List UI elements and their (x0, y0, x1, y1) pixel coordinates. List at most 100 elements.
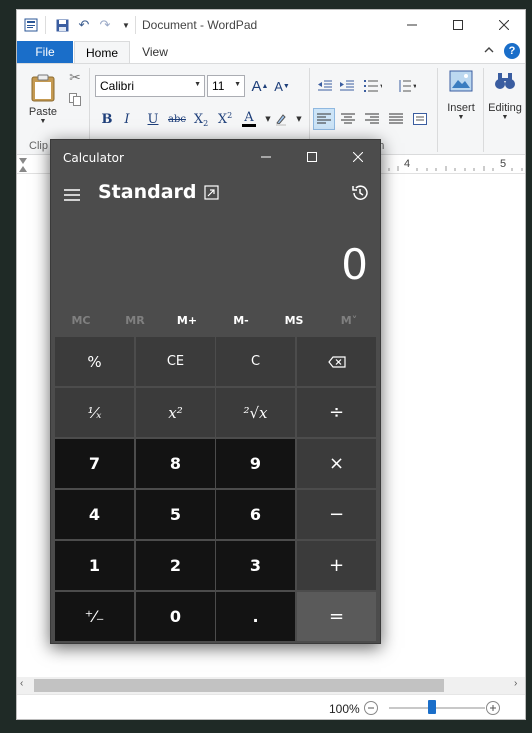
memory-recall-button[interactable]: MR (110, 314, 160, 332)
align-right-icon[interactable] (361, 108, 383, 130)
align-center-icon[interactable] (337, 108, 359, 130)
customize-quickaccess-icon[interactable]: ▼ (118, 17, 134, 33)
add-button[interactable]: + (297, 541, 376, 590)
ribbon-tabs: File Home View ? (17, 41, 525, 64)
insert-dropdown-icon: ▼ (457, 114, 465, 121)
zoom-level: 100% (329, 702, 360, 716)
digit-8-button[interactable]: 8 (136, 439, 215, 488)
strikethrough-icon[interactable]: abc (167, 108, 187, 130)
svg-text:▼: ▼ (379, 84, 382, 90)
paragraph-dialog-icon[interactable] (409, 108, 431, 130)
backspace-button[interactable] (297, 337, 376, 386)
undo-icon[interactable]: ↶ (76, 17, 92, 33)
insert-button[interactable]: Insert ▼ (441, 70, 481, 144)
paste-label: Paste (28, 105, 58, 118)
calculator-title: Calculator (63, 151, 124, 165)
memory-list-button[interactable]: M˅ (324, 314, 374, 332)
increase-indent-icon[interactable] (337, 76, 357, 96)
backspace-icon (327, 355, 346, 368)
shrink-font-icon[interactable]: A ▼ (272, 76, 292, 96)
negate-button[interactable]: ⁺⁄₋ (55, 592, 134, 641)
clear-entry-button[interactable]: CE (136, 337, 215, 386)
bullets-icon[interactable]: ▼ (359, 76, 387, 96)
calculator-window: Calculator Standard 0 MC MR M+ M- MS M˅ … (50, 139, 381, 644)
editing-dropdown-icon: ▼ (501, 114, 509, 121)
font-size-select[interactable]: 11 ▼ (207, 75, 245, 97)
percent-button[interactable]: % (55, 337, 134, 386)
ruler-mark-4: 4 (404, 158, 411, 170)
digit-9-button[interactable]: 9 (216, 439, 295, 488)
save-icon[interactable] (54, 17, 70, 33)
font-family-select[interactable]: Calibri ▼ (95, 75, 205, 97)
font-size-value: 11 (212, 79, 225, 93)
align-left-icon[interactable] (313, 108, 335, 130)
close-button[interactable] (481, 10, 525, 40)
calculator-mode-title: Standard (98, 181, 197, 203)
cut-icon[interactable]: ✂ (66, 68, 84, 86)
zoom-out-icon[interactable] (363, 700, 379, 716)
bold-icon[interactable]: B (97, 108, 117, 130)
calc-maximize-button[interactable] (289, 140, 335, 173)
tab-file[interactable]: File (17, 41, 73, 63)
scrollbar-thumb[interactable] (34, 679, 444, 692)
zoom-slider-thumb[interactable] (428, 700, 436, 714)
chevron-down-icon: ▼ (234, 81, 241, 88)
digit-1-button[interactable]: 1 (55, 541, 134, 590)
scroll-right-icon[interactable]: › (514, 678, 517, 689)
superscript-icon[interactable]: X2 (215, 108, 235, 130)
scroll-left-icon[interactable]: ‹ (20, 678, 23, 689)
subtract-button[interactable]: − (297, 490, 376, 539)
zoom-in-icon[interactable] (485, 700, 501, 716)
memory-subtract-button[interactable]: M- (216, 314, 266, 332)
digit-5-button[interactable]: 5 (136, 490, 215, 539)
editing-button[interactable]: Editing ▼ (485, 70, 525, 144)
underline-icon[interactable]: U (143, 108, 163, 130)
line-spacing-icon[interactable]: ▼ (393, 76, 421, 96)
digit-3-button[interactable]: 3 (216, 541, 295, 590)
multiply-button[interactable]: × (297, 439, 376, 488)
horizontal-scrollbar[interactable]: ‹ › (17, 677, 525, 694)
italic-icon[interactable]: I (117, 108, 137, 130)
highlight-dropdown-icon[interactable]: ▼ (289, 108, 309, 130)
keep-on-top-icon[interactable] (203, 184, 221, 202)
paste-button[interactable]: Paste ▼ (25, 68, 61, 130)
digit-7-button[interactable]: 7 (55, 439, 134, 488)
zoom-slider-track[interactable] (389, 707, 485, 709)
group-divider (483, 68, 484, 152)
square-root-button[interactable]: ²√x (216, 388, 295, 437)
memory-store-button[interactable]: MS (269, 314, 319, 332)
divide-button[interactable]: ÷ (297, 388, 376, 437)
help-icon[interactable]: ? (504, 43, 520, 59)
maximize-button[interactable] (435, 10, 481, 40)
memory-clear-button[interactable]: MC (56, 314, 106, 332)
equals-button[interactable]: = (297, 592, 376, 641)
decimal-button[interactable]: . (216, 592, 295, 641)
copy-icon[interactable] (66, 90, 84, 108)
grow-font-icon[interactable]: A ▲ (250, 76, 270, 96)
digit-0-button[interactable]: 0 (136, 592, 215, 641)
subscript-icon[interactable]: X2 (191, 108, 211, 130)
history-icon[interactable] (349, 182, 371, 204)
square-button[interactable]: x² (136, 388, 215, 437)
digit-4-button[interactable]: 4 (55, 490, 134, 539)
font-color-icon[interactable]: A (239, 108, 259, 130)
font-family-value: Calibri (100, 79, 135, 93)
minimize-button[interactable] (389, 10, 435, 40)
calc-close-button[interactable] (335, 140, 381, 173)
tab-view[interactable]: View (135, 41, 175, 63)
group-divider (437, 68, 438, 152)
chevron-down-icon: ▼ (194, 81, 201, 88)
digit-6-button[interactable]: 6 (216, 490, 295, 539)
clear-button[interactable]: C (216, 337, 295, 386)
reciprocal-button[interactable]: ¹⁄ₓ (55, 388, 134, 437)
justify-icon[interactable] (385, 108, 407, 130)
redo-icon[interactable]: ↷ (97, 17, 113, 33)
collapse-ribbon-icon[interactable] (483, 44, 495, 59)
decrease-indent-icon[interactable] (315, 76, 335, 96)
highlight-icon[interactable] (271, 108, 291, 130)
tab-home[interactable]: Home (74, 41, 130, 64)
calc-minimize-button[interactable] (243, 140, 289, 173)
digit-2-button[interactable]: 2 (136, 541, 215, 590)
memory-add-button[interactable]: M+ (162, 314, 212, 332)
hamburger-menu-icon[interactable] (61, 184, 83, 206)
